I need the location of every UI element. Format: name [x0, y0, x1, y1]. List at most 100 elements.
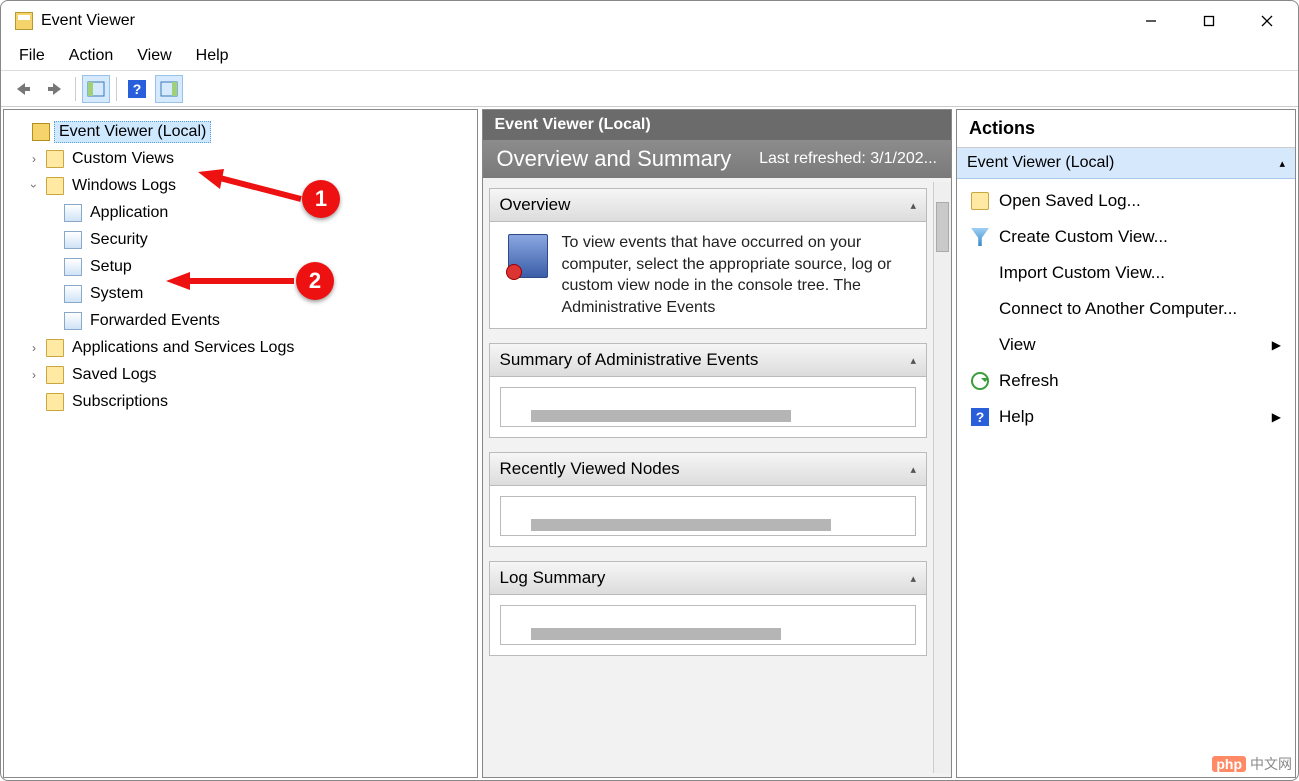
section-overview: Overview ▴ To view events that have occu… [489, 188, 928, 329]
watermark-badge: php [1212, 756, 1246, 772]
annotation-badge-2: 2 [296, 262, 334, 300]
action-help-submenu[interactable]: ? Help ▶ [957, 399, 1295, 435]
tree-pane: Event Viewer (Local) › Custom Views › Wi… [3, 109, 478, 778]
chevron-up-icon: ▴ [910, 463, 916, 476]
section-recent: Recently Viewed Nodes ▴ [489, 452, 928, 547]
last-refreshed: Last refreshed: 3/1/202... [759, 150, 937, 168]
menu-help[interactable]: Help [184, 43, 241, 69]
window-title: Event Viewer [41, 12, 135, 30]
window-controls [1122, 2, 1296, 40]
action-create-custom-view[interactable]: Create Custom View... [957, 219, 1295, 255]
menu-view[interactable]: View [125, 43, 183, 69]
summary-placeholder [500, 387, 917, 427]
section-recent-header[interactable]: Recently Viewed Nodes ▴ [489, 452, 928, 486]
menu-file[interactable]: File [7, 43, 57, 69]
action-view-submenu[interactable]: View ▶ [957, 327, 1295, 363]
actions-context[interactable]: Event Viewer (Local) ▴ [957, 148, 1295, 179]
tree-custom-views[interactable]: › Custom Views [8, 145, 473, 172]
placeholder-bar [531, 519, 831, 531]
center-pane: Event Viewer (Local) Overview and Summar… [482, 109, 953, 778]
section-title: Log Summary [500, 568, 606, 588]
section-recent-body [489, 486, 928, 547]
menu-bar: File Action View Help [1, 41, 1298, 71]
folder-icon [46, 393, 64, 411]
arrow-right-icon [45, 81, 65, 97]
console-tree: Event Viewer (Local) › Custom Views › Wi… [6, 114, 475, 773]
tree-label: Forwarded Events [86, 311, 224, 331]
close-button[interactable] [1238, 2, 1296, 40]
expand-icon[interactable]: › [26, 152, 42, 166]
tree-label: System [86, 284, 147, 304]
section-summary: Summary of Administrative Events ▴ [489, 343, 928, 438]
window: Event Viewer File Action View Help [0, 0, 1299, 781]
funnel-icon [971, 228, 989, 246]
logsummary-placeholder [500, 605, 917, 645]
expand-icon[interactable]: › [26, 368, 42, 382]
action-label: Import Custom View... [999, 263, 1165, 283]
menu-action[interactable]: Action [57, 43, 125, 69]
toolbar-separator [116, 77, 117, 101]
tree-label: Security [86, 230, 152, 250]
show-hide-action-pane-button[interactable] [155, 75, 183, 103]
maximize-icon [1203, 15, 1215, 27]
tree-root[interactable]: Event Viewer (Local) [8, 118, 473, 145]
action-import-custom-view[interactable]: Import Custom View... [957, 255, 1295, 291]
tree-log-forwarded[interactable]: Forwarded Events [8, 307, 473, 334]
section-summary-header[interactable]: Summary of Administrative Events ▴ [489, 343, 928, 377]
log-icon [64, 285, 82, 303]
tree-label: Applications and Services Logs [68, 338, 298, 358]
events-book-icon [508, 234, 548, 278]
open-folder-icon [971, 192, 989, 210]
tree-label: Custom Views [68, 149, 178, 169]
tree-saved-logs[interactable]: › Saved Logs [8, 361, 473, 388]
action-refresh[interactable]: Refresh [957, 363, 1295, 399]
annotation-badge-1: 1 [302, 180, 340, 218]
tree-label: Application [86, 203, 172, 223]
section-log-summary-header[interactable]: Log Summary ▴ [489, 561, 928, 595]
section-title: Recently Viewed Nodes [500, 459, 680, 479]
tree-root-label: Event Viewer (Local) [54, 121, 211, 143]
show-hide-tree-button[interactable] [82, 75, 110, 103]
help-button[interactable]: ? [123, 75, 151, 103]
title-bar: Event Viewer [1, 1, 1298, 41]
log-icon [64, 204, 82, 222]
blank-icon [971, 264, 989, 282]
section-log-summary-body [489, 595, 928, 656]
nav-forward-button[interactable] [41, 75, 69, 103]
tree-label: Setup [86, 257, 136, 277]
action-connect-computer[interactable]: Connect to Another Computer... [957, 291, 1295, 327]
actions-context-label: Event Viewer (Local) [967, 154, 1114, 172]
minimize-button[interactable] [1122, 2, 1180, 40]
folder-icon [46, 339, 64, 357]
overview-bar: Overview and Summary Last refreshed: 3/1… [483, 140, 952, 178]
section-overview-header[interactable]: Overview ▴ [489, 188, 928, 222]
center-scrollbar[interactable] [933, 182, 951, 773]
log-icon [64, 231, 82, 249]
watermark-text: 中文网 [1250, 754, 1292, 774]
arrow-left-icon [13, 81, 33, 97]
action-label: Help [999, 407, 1034, 427]
section-log-summary: Log Summary ▴ [489, 561, 928, 656]
watermark: php 中文网 [1212, 754, 1292, 774]
tree-log-security[interactable]: Security [8, 226, 473, 253]
action-open-saved-log[interactable]: Open Saved Log... [957, 183, 1295, 219]
expand-icon[interactable]: › [26, 341, 42, 355]
chevron-right-icon: ▶ [1272, 338, 1281, 352]
collapse-icon[interactable]: › [27, 178, 41, 194]
tree-subscriptions[interactable]: Subscriptions [8, 388, 473, 415]
nav-back-button[interactable] [9, 75, 37, 103]
actions-pane: Actions Event Viewer (Local) ▴ Open Save… [956, 109, 1296, 778]
folder-icon [46, 366, 64, 384]
action-label: Connect to Another Computer... [999, 299, 1237, 319]
main-panes: Event Viewer (Local) › Custom Views › Wi… [1, 107, 1298, 780]
annotation-1-label: 1 [315, 186, 327, 212]
section-title: Summary of Administrative Events [500, 350, 759, 370]
center-scroll-area: Overview ▴ To view events that have occu… [485, 182, 934, 773]
chevron-up-icon: ▴ [910, 354, 916, 367]
maximize-button[interactable] [1180, 2, 1238, 40]
action-label: Open Saved Log... [999, 191, 1141, 211]
tree-apps-services-logs[interactable]: › Applications and Services Logs [8, 334, 473, 361]
scrollbar-thumb[interactable] [936, 202, 949, 252]
log-icon [64, 258, 82, 276]
minimize-icon [1145, 15, 1157, 27]
